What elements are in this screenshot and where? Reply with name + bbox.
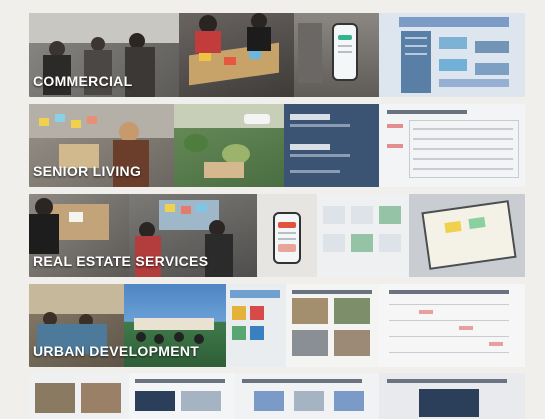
infographic-panel bbox=[226, 284, 286, 367]
research-band[interactable] bbox=[29, 373, 525, 419]
phone-screen bbox=[273, 212, 301, 264]
persona-cards bbox=[29, 373, 129, 419]
wireframes-board bbox=[317, 194, 409, 277]
measurement-slide bbox=[129, 373, 234, 419]
report-pages bbox=[286, 284, 379, 367]
real-estate-services-band[interactable]: REAL ESTATE SERVICES bbox=[29, 194, 525, 277]
commercial-band[interactable]: COMMERCIAL bbox=[29, 13, 525, 97]
laptop-screen-photo bbox=[409, 194, 525, 277]
findings-slide bbox=[234, 373, 379, 419]
portfolio-management-slide bbox=[379, 13, 525, 97]
journey-map-document bbox=[379, 104, 525, 187]
phone-screen bbox=[332, 23, 358, 81]
band-label-senior-living: SENIOR LIVING bbox=[33, 163, 142, 179]
process-matrix-document bbox=[379, 284, 525, 367]
campus-map-photo bbox=[174, 104, 284, 187]
band-label-commercial: COMMERCIAL bbox=[33, 73, 133, 89]
urban-development-band[interactable]: URBAN DEVELOPMENT bbox=[29, 284, 525, 367]
mobile-app-photo bbox=[294, 13, 379, 97]
band-label-real-estate-services: REAL ESTATE SERVICES bbox=[33, 253, 209, 269]
phone-app-photo bbox=[257, 194, 317, 277]
strategy-slide bbox=[284, 104, 379, 187]
senior-living-band[interactable]: SENIOR LIVING bbox=[29, 104, 525, 187]
band-label-urban-development: URBAN DEVELOPMENT bbox=[33, 343, 200, 359]
workshop-photo bbox=[179, 13, 294, 97]
portfolio-collage: COMMERCIAL SENIOR LIVING REAL ESTATE SER… bbox=[29, 13, 525, 419]
customer-deck bbox=[379, 373, 525, 419]
